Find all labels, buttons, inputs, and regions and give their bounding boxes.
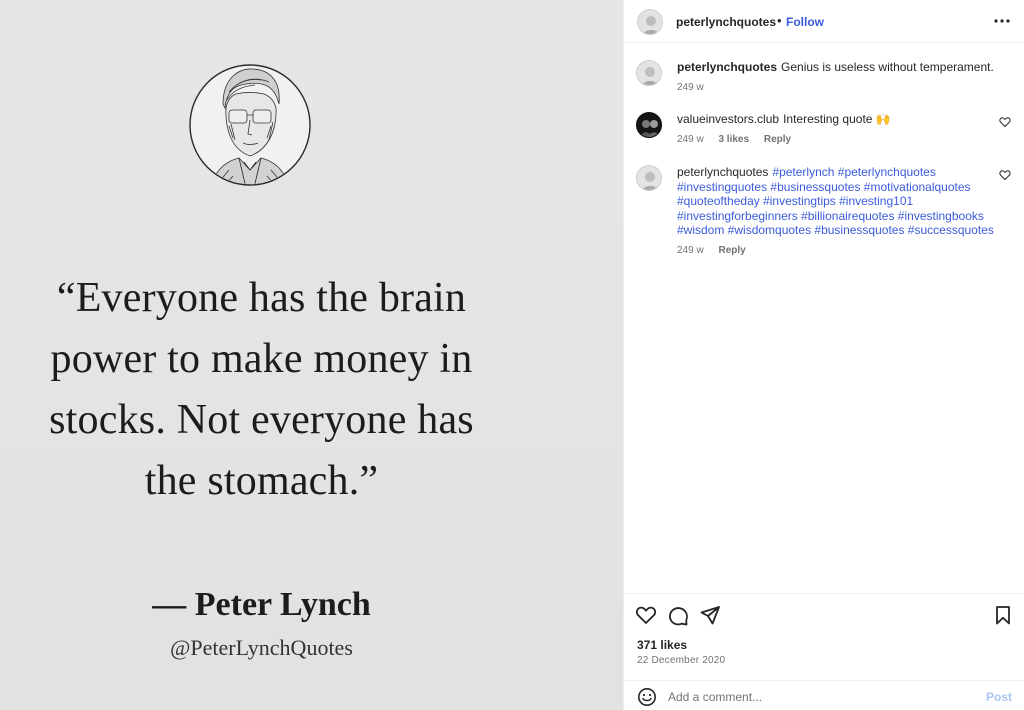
comment-body: peterlynchquotes Genius is useless withou… — [677, 60, 997, 95]
bookmark-icon[interactable] — [992, 604, 1014, 626]
comment-likes[interactable]: 3 likes — [718, 134, 749, 145]
comment-meta: 249 w — [677, 81, 997, 96]
quote-line: stocks. Not everyone has — [49, 397, 474, 443]
comment-username[interactable]: valueinvestors.club — [677, 112, 779, 126]
comment-input[interactable] — [668, 689, 968, 705]
post-button[interactable]: Post — [986, 690, 1012, 704]
header-username[interactable]: peterlynchquotes — [676, 15, 776, 29]
comment-time: 249 w — [677, 244, 704, 256]
share-icon[interactable] — [699, 604, 721, 626]
comment-body: peterlynchquotes #peterlynch #peterlynchq… — [677, 165, 997, 258]
likes-count[interactable]: 371 likes — [637, 638, 687, 652]
list-item: peterlynchquotes #peterlynch #peterlynchq… — [636, 165, 1011, 257]
quote-line: the stomach.” — [144, 458, 379, 504]
follow-button[interactable]: Follow — [786, 15, 824, 29]
quote-text: “Everyone has the brain power to make mo… — [0, 268, 523, 512]
caption: peterlynchquotes Genius is useless withou… — [636, 60, 1011, 94]
comment-body: valueinvestors.club Interesting quote 🙌 2… — [677, 112, 997, 147]
quote-line: “Everyone has the brain — [56, 275, 467, 321]
heart-icon[interactable] — [999, 169, 1011, 181]
avatar[interactable] — [636, 60, 662, 86]
reply-button[interactable]: Reply — [718, 245, 745, 256]
portrait-illustration — [189, 64, 311, 186]
comment-meta: 249 w 3 likes Reply — [677, 133, 997, 148]
quote-line: power to make money in — [50, 336, 473, 382]
more-horizontal-icon[interactable] — [993, 12, 1011, 30]
comment-username[interactable]: peterlynchquotes — [677, 60, 777, 74]
post-actions: 371 likes 22 December 2020 — [624, 593, 1024, 673]
heart-icon[interactable] — [999, 116, 1011, 128]
post-header: peterlynchquotes • Follow — [624, 0, 1024, 43]
comment-text: Genius is useless without temperament. — [781, 60, 994, 74]
avatar[interactable] — [636, 112, 662, 138]
avatar[interactable] — [637, 9, 663, 35]
post-date: 22 December 2020 — [637, 655, 726, 666]
list-item: valueinvestors.club Interesting quote 🙌 2… — [636, 112, 1011, 146]
comment-time: 249 w — [677, 133, 704, 145]
heart-icon[interactable] — [635, 604, 657, 626]
header-separator: • — [777, 13, 782, 28]
add-comment-bar: Post — [624, 680, 1024, 710]
comment-time: 249 w — [677, 81, 704, 93]
post-image[interactable]: “Everyone has the brain power to make mo… — [0, 0, 623, 710]
comment-username[interactable]: peterlynchquotes — [677, 165, 768, 179]
reply-button[interactable]: Reply — [764, 134, 791, 145]
post-sidebar: peterlynchquotes • Follow peterlynchquot… — [623, 0, 1024, 710]
comment-icon[interactable] — [667, 604, 689, 626]
smiley-icon[interactable] — [637, 687, 657, 707]
comment-meta: 249 w Reply — [677, 244, 997, 259]
comment-text: Interesting quote 🙌 — [783, 112, 891, 126]
quote-author: — Peter Lynch — [152, 586, 371, 623]
avatar[interactable] — [636, 165, 662, 191]
quote-handle: @PeterLynchQuotes — [170, 635, 353, 660]
